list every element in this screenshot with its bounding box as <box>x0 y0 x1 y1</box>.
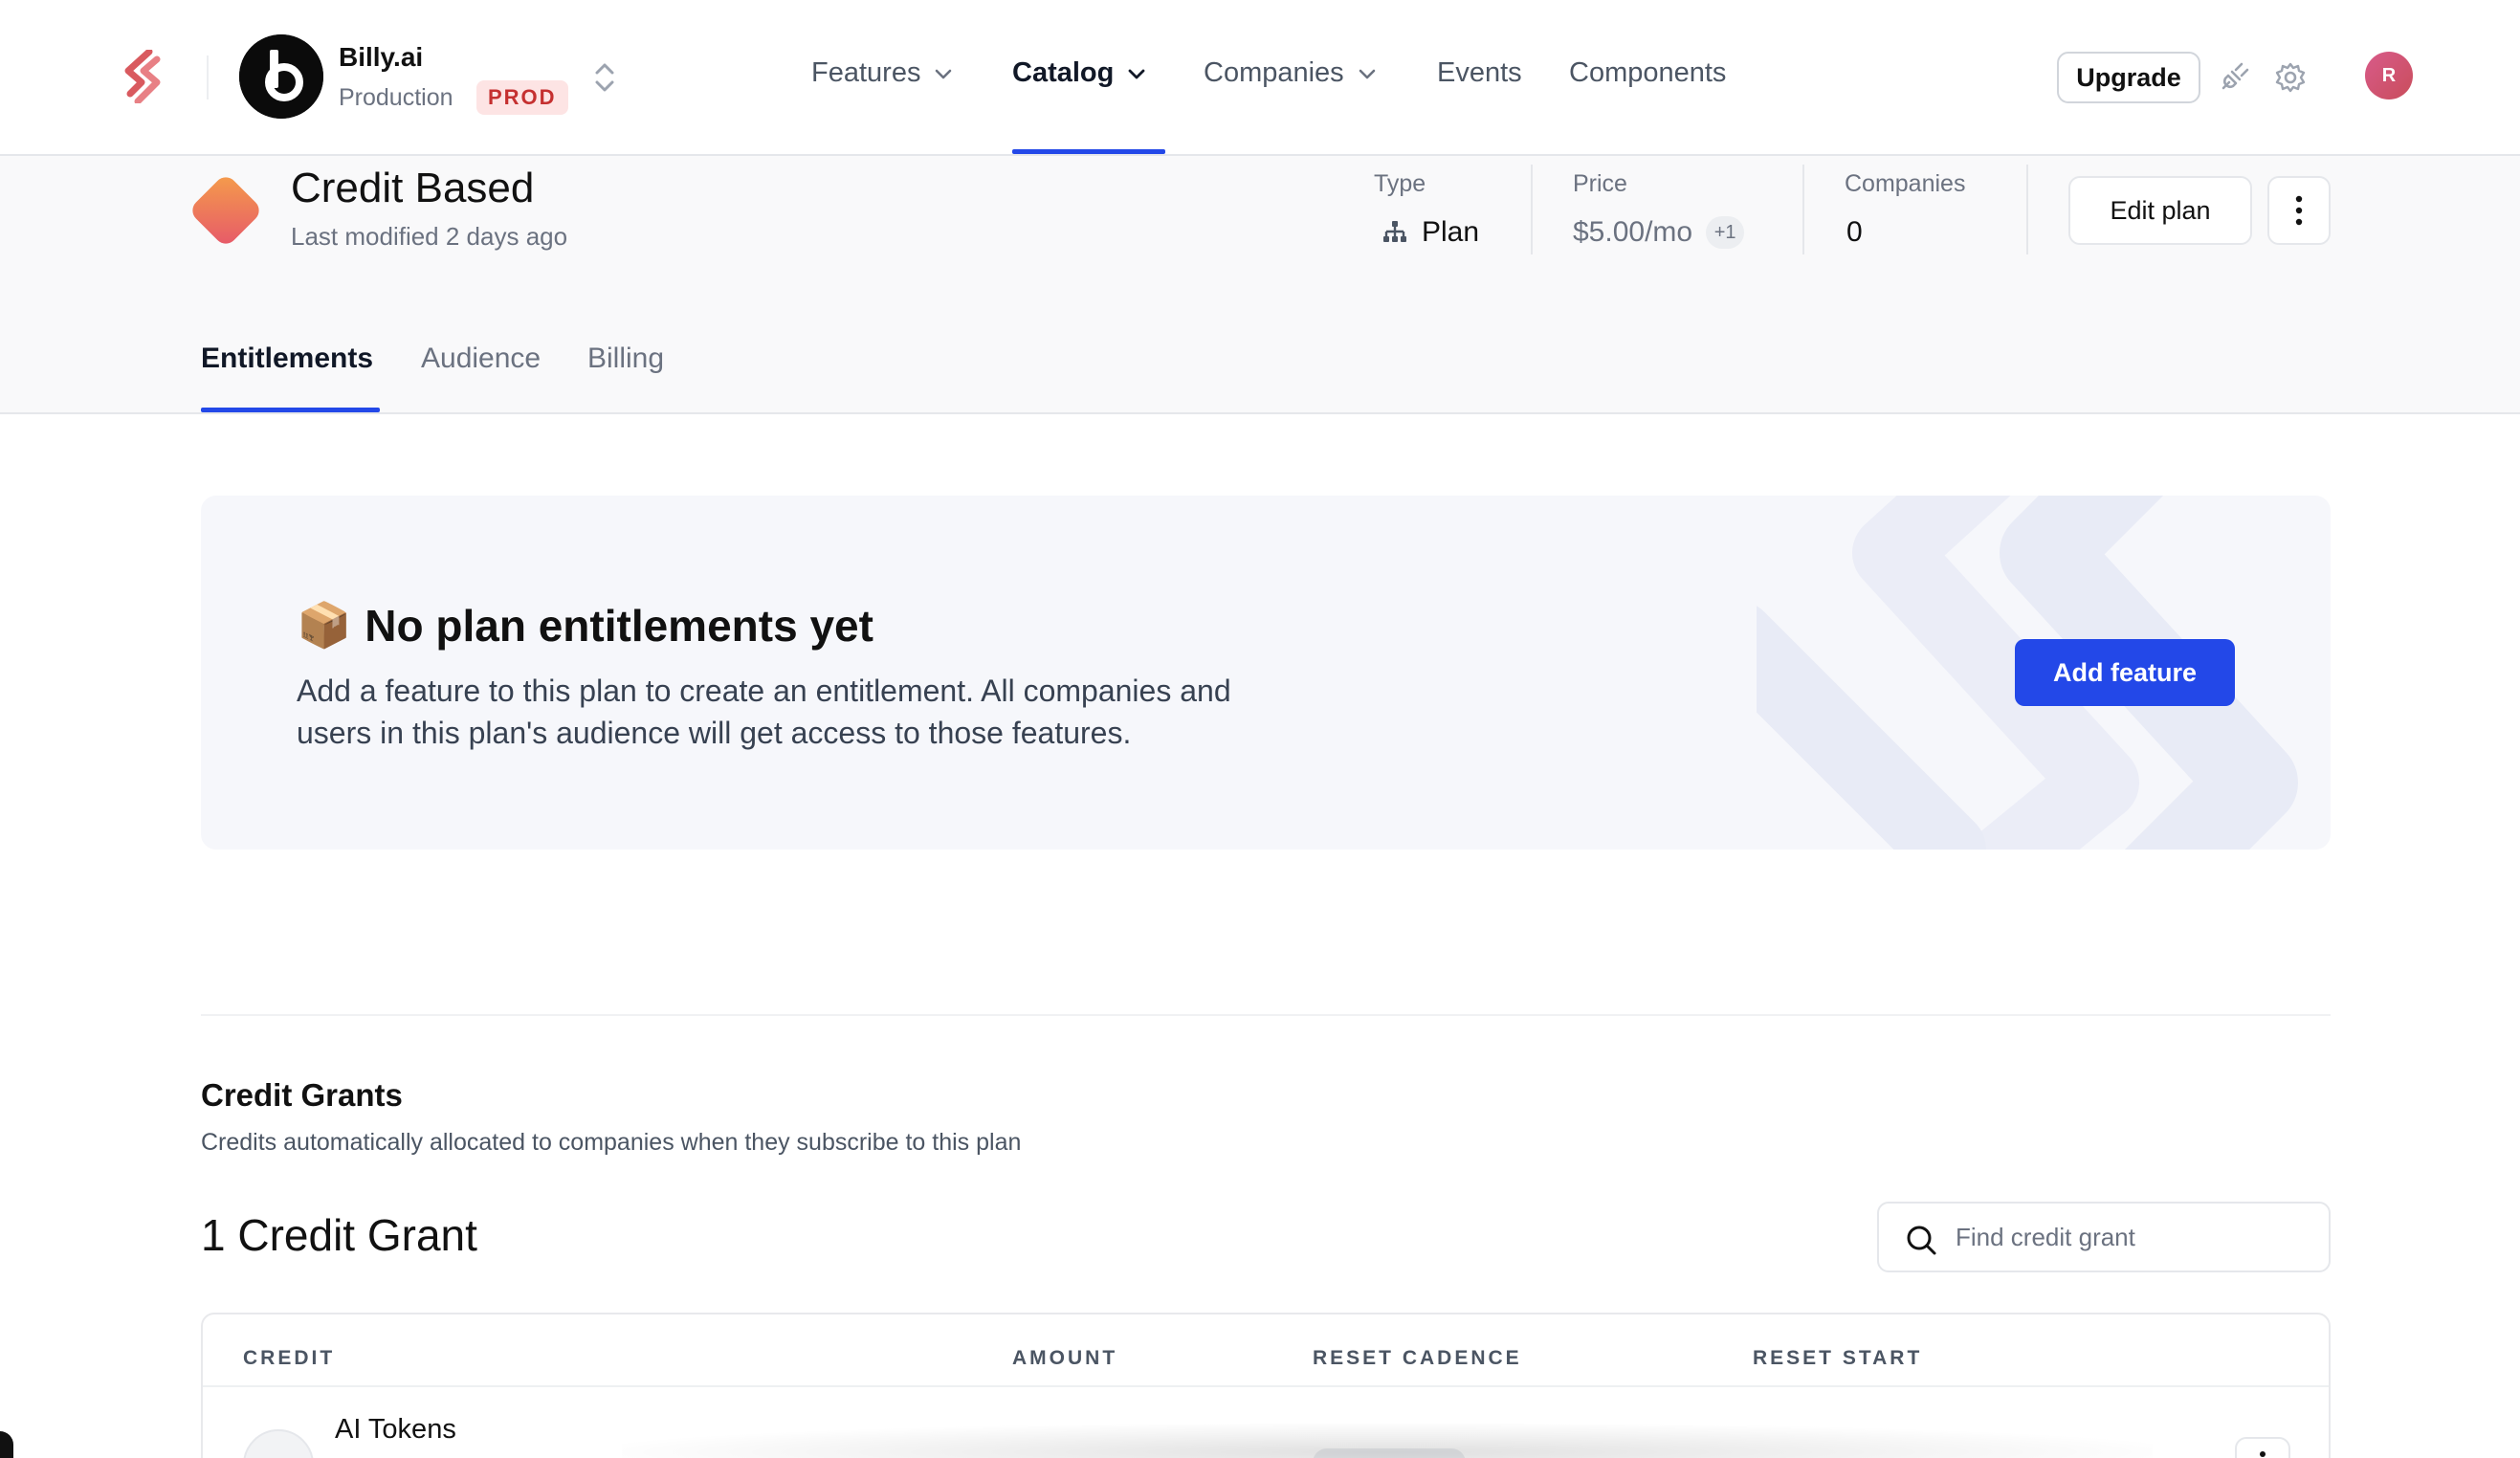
search-icon <box>1907 1226 1936 1255</box>
environment-name[interactable]: Production <box>339 84 453 112</box>
tab-active-indicator <box>201 408 380 412</box>
table-header-divider <box>203 1385 2329 1387</box>
empty-state-title-text: No plan entitlements yet <box>365 600 873 651</box>
nav-components[interactable]: Components <box>1569 57 1726 89</box>
row-more-button[interactable] <box>2235 1437 2290 1458</box>
credit-grants-subtitle: Credits automatically allocated to compa… <box>201 1129 1022 1156</box>
companies-value: 0 <box>1846 216 1863 249</box>
price-extra-badge[interactable]: +1 <box>1706 216 1745 249</box>
top-navigation: Billy.ai Production PROD Features Catalo… <box>0 0 2520 156</box>
nav-events-label: Events <box>1437 57 1522 88</box>
credit-icon <box>243 1429 314 1458</box>
edit-plan-button[interactable]: Edit plan <box>2068 176 2252 245</box>
nav-features[interactable]: Features <box>811 57 953 89</box>
companies-count: 0 <box>1846 216 1863 248</box>
environment-badge: PROD <box>476 80 568 115</box>
page: Billy.ai Production PROD Features Catalo… <box>0 0 2520 1458</box>
org-name[interactable]: Billy.ai <box>339 42 423 73</box>
nav-features-label: Features <box>811 57 921 88</box>
credit-grants-title: Credit Grants <box>201 1077 403 1113</box>
hierarchy-icon <box>1383 221 1406 242</box>
section-divider <box>201 1014 2331 1016</box>
price-amount: $5.00/mo <box>1573 216 1693 248</box>
column-header-reset-cadence[interactable]: RESET CADENCE <box>1313 1347 1522 1370</box>
column-header-reset-start[interactable]: RESET START <box>1753 1347 1922 1370</box>
org-avatar[interactable] <box>239 34 323 119</box>
nav-companies[interactable]: Companies <box>1204 57 1377 89</box>
chevron-up-down-icon[interactable] <box>591 59 618 96</box>
nav-active-indicator <box>1012 149 1165 154</box>
nav-catalog-label: Catalog <box>1012 57 1115 88</box>
chevron-down-icon <box>936 69 952 78</box>
plan-more-button[interactable] <box>2267 176 2331 245</box>
nav-companies-label: Companies <box>1204 57 1344 88</box>
entitlements-empty-state: 📦 No plan entitlements yet Add a feature… <box>201 496 2331 850</box>
more-vertical-icon <box>2260 1451 2266 1457</box>
gear-icon[interactable] <box>2273 60 2308 95</box>
empty-state-title: 📦 No plan entitlements yet <box>297 599 873 652</box>
tab-billing[interactable]: Billing <box>587 342 664 375</box>
price-value: $5.00/mo +1 <box>1573 216 1745 249</box>
org-logo-icon <box>239 34 323 119</box>
package-icon: 📦 <box>297 600 352 650</box>
nav-divider <box>207 55 209 99</box>
column-header-amount[interactable]: AMOUNT <box>1012 1347 1117 1370</box>
plan-last-modified: Last modified 2 days ago <box>291 222 568 251</box>
chevron-down-icon <box>1128 69 1145 78</box>
nav-components-label: Components <box>1569 57 1727 88</box>
credit-grant-count: 1 Credit Grant <box>201 1210 477 1260</box>
type-value: Plan <box>1382 216 1479 249</box>
chevron-down-icon <box>1359 69 1375 78</box>
nav-events[interactable]: Events <box>1437 57 1522 89</box>
meta-divider <box>2026 165 2028 254</box>
plan-title: Credit Based <box>291 165 535 211</box>
add-feature-button[interactable]: Add feature <box>2015 639 2235 706</box>
bottom-toast-shadow <box>622 1424 2153 1458</box>
search-input[interactable] <box>1956 1204 2319 1270</box>
meta-divider <box>1802 165 1804 254</box>
type-value-text: Plan <box>1422 216 1480 248</box>
credit-name[interactable]: AI Tokens <box>335 1414 456 1446</box>
tab-audience[interactable]: Audience <box>421 342 541 375</box>
empty-state-description: Add a feature to this plan to create an … <box>297 674 1231 750</box>
plug-icon[interactable] <box>2218 61 2250 94</box>
credit-grant-search[interactable] <box>1877 1202 2331 1272</box>
companies-label: Companies <box>1845 170 1966 197</box>
schematic-logo-icon[interactable] <box>121 50 166 103</box>
user-avatar[interactable]: R <box>2365 52 2413 99</box>
type-label: Type <box>1374 170 1426 197</box>
price-label: Price <box>1573 170 1627 197</box>
column-header-credit[interactable]: CREDIT <box>243 1347 335 1370</box>
upgrade-button[interactable]: Upgrade <box>2057 52 2200 103</box>
nav-catalog[interactable]: Catalog <box>1012 57 1146 89</box>
window-corner <box>0 1431 13 1458</box>
meta-divider <box>1531 165 1533 254</box>
tab-entitlements[interactable]: Entitlements <box>201 342 373 375</box>
more-vertical-icon <box>2295 195 2303 226</box>
